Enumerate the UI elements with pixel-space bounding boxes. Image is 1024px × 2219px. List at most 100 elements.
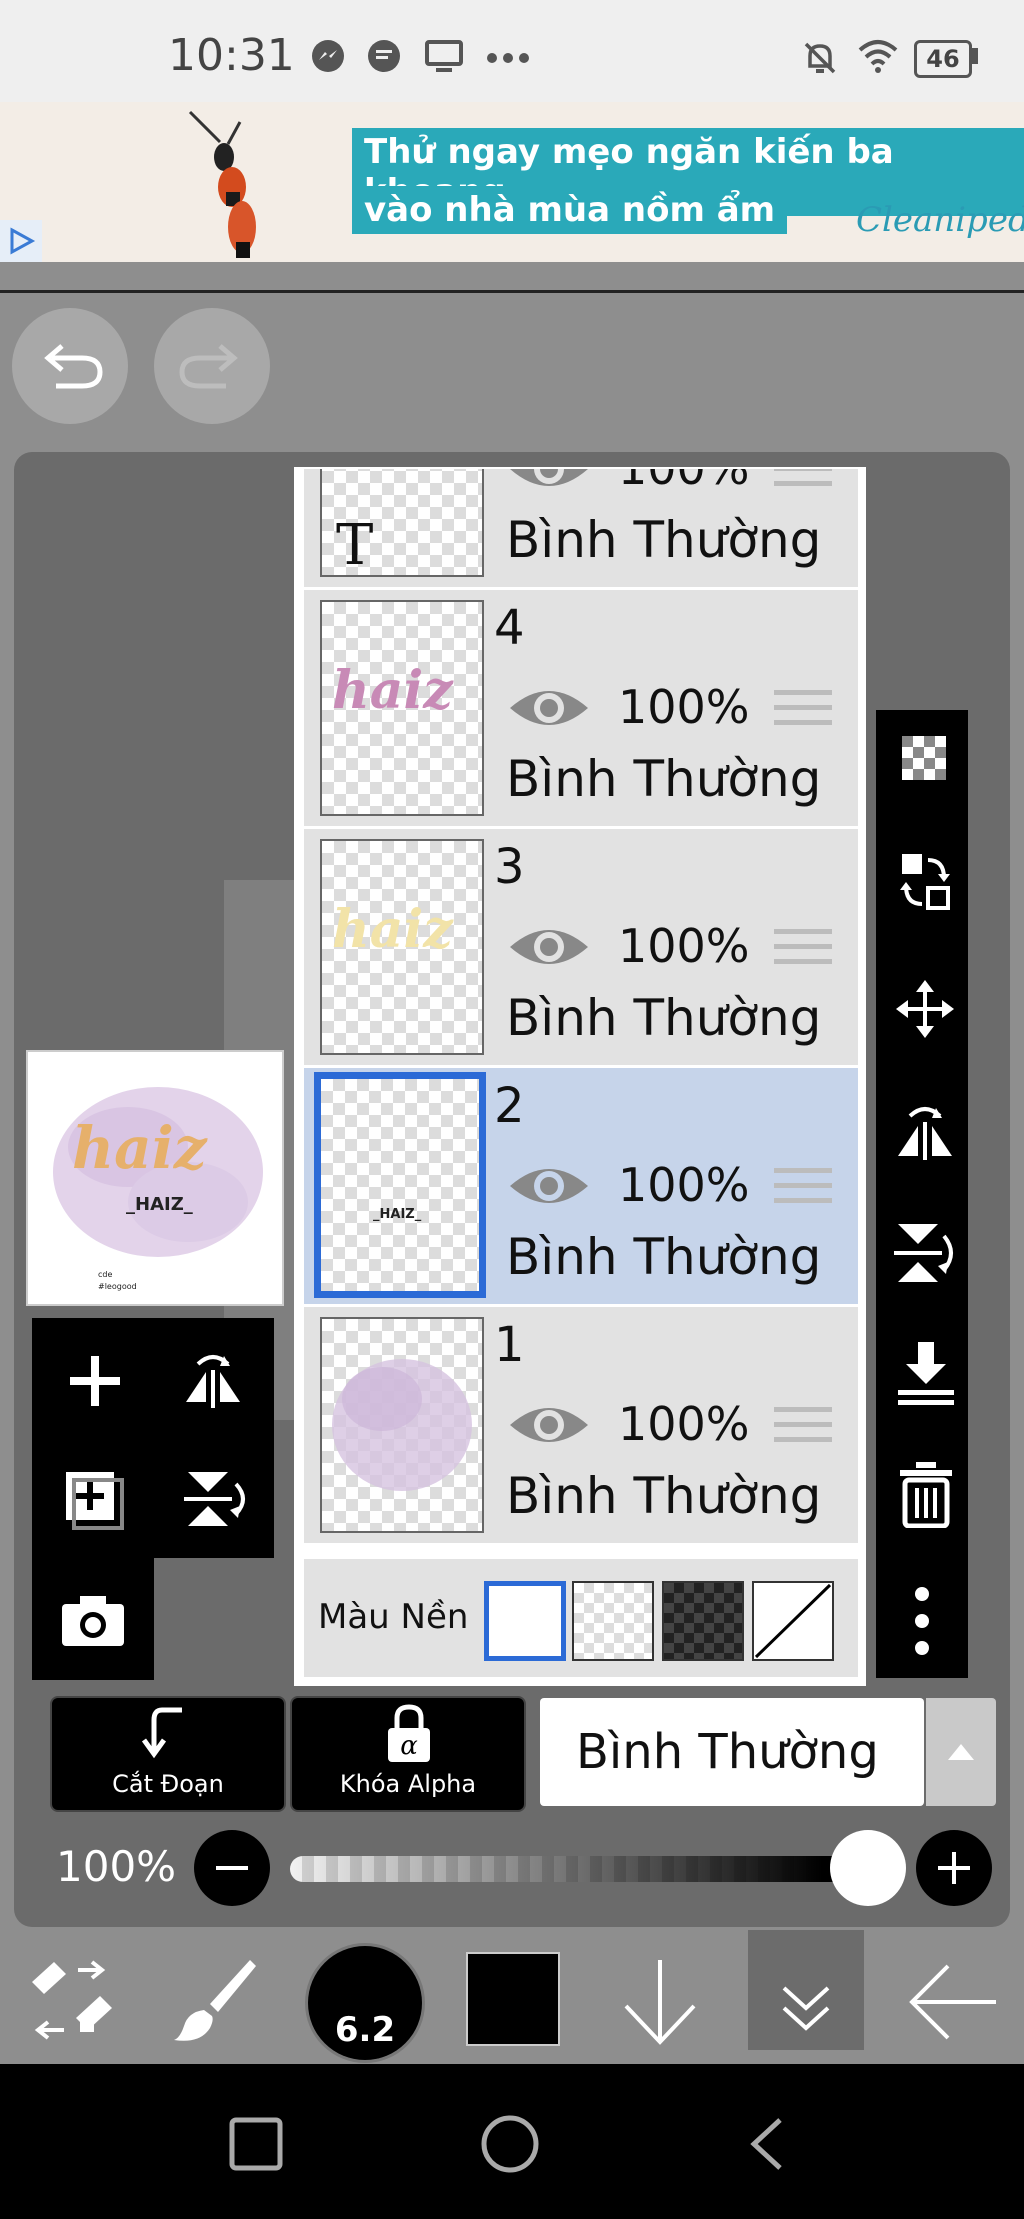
drag-handle-icon[interactable] [774, 469, 832, 496]
layer-tools-panel-lower [32, 1558, 154, 1680]
battery-level: 46 [926, 45, 960, 73]
opacity-slider-thumb[interactable] [830, 1830, 906, 1906]
collapse-icon[interactable] [770, 1978, 842, 2040]
layer-transform-icon[interactable] [898, 850, 952, 914]
brush-icon[interactable] [170, 1954, 260, 2044]
chat-icon [368, 40, 400, 72]
layer-blend-mode[interactable]: Bình Thường [506, 1467, 821, 1525]
alpha-lock-button[interactable]: α Khóa Alpha [290, 1696, 526, 1812]
layers-panel: T 100% Bình Thường haiz 4 100% Bình Thườ… [294, 467, 866, 1686]
trash-icon[interactable] [898, 1460, 954, 1528]
preview-note2: #leogood [98, 1282, 137, 1291]
camera-icon[interactable] [58, 1590, 128, 1650]
layer-opacity: 100% [618, 467, 750, 495]
layer-blend-mode[interactable]: Bình Thường [506, 1228, 821, 1286]
preview-note1: cde [98, 1270, 113, 1279]
drag-handle-icon[interactable] [774, 1407, 832, 1452]
duplicate-layer-icon[interactable] [56, 1462, 130, 1536]
eye-icon[interactable] [506, 1397, 592, 1453]
ad-brand: Cleanipedia [856, 200, 1024, 240]
blend-mode-dropdown-button[interactable] [926, 1698, 996, 1806]
home-icon[interactable] [480, 2114, 540, 2174]
canvas-preview[interactable]: haiz _HAIZ_ cde #leogood [26, 1050, 284, 1306]
bg-dark-swatch[interactable] [662, 1581, 744, 1661]
redo-button[interactable] [154, 308, 270, 424]
flip-horizontal-icon[interactable] [894, 1098, 956, 1160]
merge-down-icon[interactable] [896, 1340, 956, 1406]
undo-icon [44, 344, 103, 389]
color-swatch[interactable] [466, 1952, 560, 2046]
flip-vertical-icon[interactable] [894, 1220, 958, 1286]
layer-opacity: 100% [618, 919, 750, 973]
brush-size-button[interactable]: 6.2 [308, 1946, 422, 2060]
layer-thumbnail: haiz [320, 839, 484, 1055]
opacity-decrease-button[interactable] [194, 1830, 270, 1906]
down-arrow-icon[interactable] [620, 1956, 700, 2046]
more-vertical-icon[interactable] [914, 1586, 930, 1656]
layer-number: 4 [494, 600, 525, 656]
layer-thumbnail: T [320, 469, 484, 578]
layer-row-3[interactable]: haiz 3 100% Bình Thường [304, 829, 858, 1068]
triangle-up-icon [948, 1744, 974, 1760]
system-nav-bar [0, 2064, 1024, 2219]
layer-blend-mode[interactable]: Bình Thường [506, 750, 821, 808]
drag-handle-icon[interactable] [774, 1168, 832, 1213]
layer-row-4[interactable]: haiz 4 100% Bình Thường [304, 590, 858, 829]
beetle-image [188, 110, 256, 258]
layer-row-1[interactable]: 1 100% Bình Thường [304, 1307, 858, 1546]
layer-thumbnail: _HAIZ_ [314, 1072, 486, 1298]
opacity-increase-button[interactable] [916, 1830, 992, 1906]
bg-transparent-swatch[interactable] [572, 1581, 654, 1661]
bg-white-swatch[interactable] [484, 1581, 566, 1661]
back-icon[interactable] [746, 2116, 786, 2172]
layer-row-text[interactable]: T 100% Bình Thường [304, 467, 858, 590]
status-time: 10:31 [168, 30, 295, 81]
layer-blend-mode[interactable]: Bình Thường [506, 989, 821, 1047]
back-arrow-icon[interactable] [904, 1962, 998, 2042]
wifi-icon [858, 40, 898, 73]
layer-tools-panel [32, 1318, 274, 1558]
flip-layer-horizontal-icon[interactable] [178, 1348, 248, 1414]
blend-mode-select[interactable]: Bình Thường [540, 1698, 924, 1806]
brush-size-value: 6.2 [334, 2010, 396, 2050]
layer-thumb-text: _HAIZ_ [373, 1207, 422, 1222]
eye-icon[interactable] [506, 467, 592, 497]
clipping-label: Cắt Đoạn [112, 1770, 224, 1798]
blend-mode-value: Bình Thường [576, 1724, 879, 1780]
plus-icon [938, 1852, 970, 1884]
undo-button[interactable] [12, 308, 128, 424]
lock-icon: α [388, 1704, 430, 1762]
move-icon[interactable] [896, 980, 954, 1038]
layer-opacity: 100% [618, 1397, 750, 1451]
minus-icon [216, 1866, 248, 1870]
preview-word: haiz [72, 1114, 207, 1182]
layer-thumbnail: haiz [320, 600, 484, 816]
add-layer-icon[interactable] [62, 1348, 128, 1414]
flip-layer-vertical-icon[interactable] [178, 1462, 252, 1536]
ad-text-line2: vào nhà mùa nồm ẩm [352, 186, 788, 234]
layer-number: 2 [494, 1078, 525, 1134]
eye-icon[interactable] [506, 919, 592, 975]
background-color-label: Màu Nền [318, 1597, 469, 1637]
layer-opacity: 100% [618, 1158, 750, 1212]
mute-bell-icon [804, 42, 836, 74]
messenger-icon [312, 40, 344, 72]
layer-blend-mode[interactable]: Bình Thường [506, 511, 821, 569]
ad-choices-icon[interactable] [0, 220, 42, 262]
layer-thumb-cloud [332, 1359, 472, 1491]
eye-icon[interactable] [506, 680, 592, 736]
clipping-icon [142, 1707, 182, 1759]
bg-none-swatch[interactable] [752, 1581, 834, 1661]
layer-row-2[interactable]: _HAIZ_ 2 100% Bình Thường [304, 1068, 858, 1307]
recent-apps-icon[interactable] [228, 2116, 284, 2172]
eye-icon[interactable] [506, 1158, 592, 1214]
transparency-icon[interactable] [902, 736, 946, 780]
layer-thumbnail [320, 1317, 484, 1533]
opacity-slider-track[interactable] [290, 1856, 868, 1882]
drag-handle-icon[interactable] [774, 929, 832, 974]
transform-tool-icon[interactable] [26, 1958, 116, 2042]
layer-number: 3 [494, 839, 525, 895]
clipping-button[interactable]: Cắt Đoạn [50, 1696, 286, 1812]
drag-handle-icon[interactable] [774, 690, 832, 735]
redo-icon [179, 344, 238, 389]
